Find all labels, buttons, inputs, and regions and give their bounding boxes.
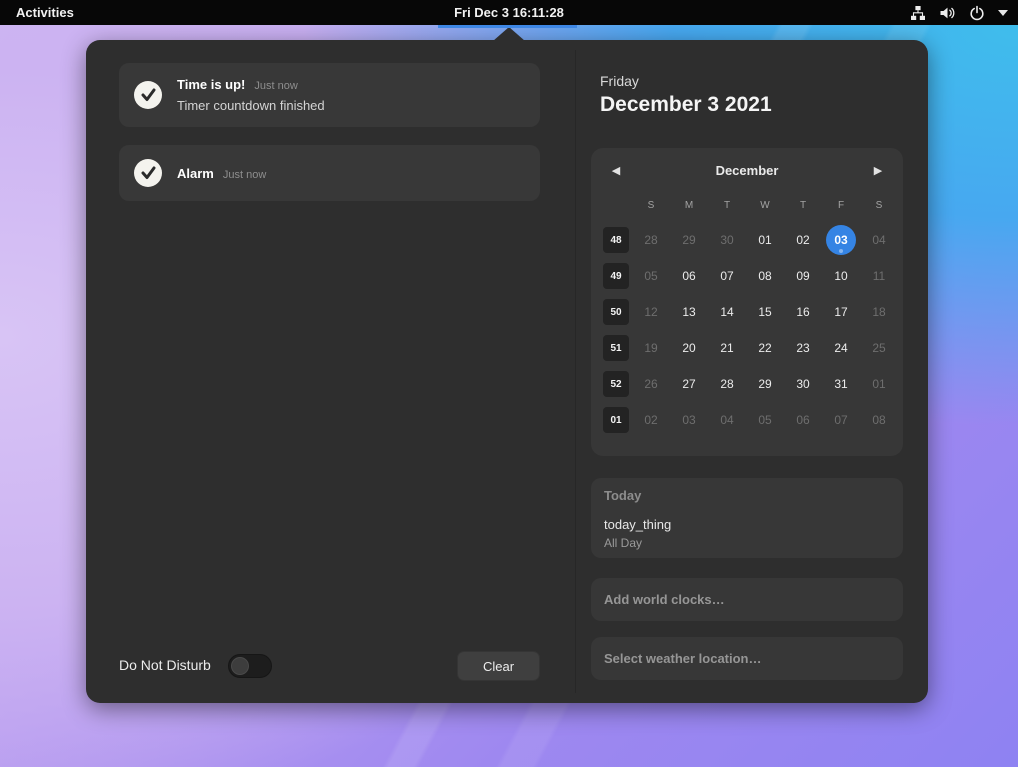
calendar-day[interactable]: 13 — [670, 305, 708, 319]
notification-body: Timer countdown finished — [177, 98, 525, 113]
calendar-day[interactable]: 01 — [860, 377, 898, 391]
calendar-day[interactable]: 29 — [746, 377, 784, 391]
system-menu-button[interactable] — [910, 0, 1008, 25]
calendar-day[interactable]: 02 — [784, 233, 822, 247]
calendar-day[interactable]: 12 — [632, 305, 670, 319]
calendar-day[interactable]: 22 — [746, 341, 784, 355]
do-not-disturb-label: Do Not Disturb — [119, 657, 211, 673]
calendar-day[interactable]: 31 — [822, 377, 860, 391]
calendar-day[interactable]: 11 — [860, 269, 898, 283]
week-number: 01 — [603, 407, 629, 433]
calendar-day[interactable]: 06 — [670, 269, 708, 283]
popover-arrow — [493, 27, 525, 41]
clock-active-indicator — [438, 25, 577, 28]
notification-title: Time is up! — [177, 77, 245, 92]
event-time: All Day — [604, 536, 890, 550]
clear-button[interactable]: Clear — [457, 651, 540, 681]
calendar-day[interactable]: 03 — [822, 225, 860, 255]
clock-check-icon — [134, 159, 162, 187]
pane-divider — [575, 50, 576, 693]
week-number-spacer — [603, 192, 629, 218]
calendar-day[interactable]: 05 — [746, 413, 784, 427]
calendar-day[interactable]: 28 — [632, 233, 670, 247]
network-wired-icon — [910, 5, 926, 21]
calendar-nav: ◀ December ▶ — [591, 148, 903, 192]
week-number: 52 — [603, 371, 629, 397]
clock-button[interactable]: Fri Dec 3 16:11:28 — [442, 0, 576, 25]
volume-icon — [939, 5, 956, 21]
calendar-day[interactable]: 04 — [708, 413, 746, 427]
weekday-header: W — [746, 200, 784, 211]
calendar-day[interactable]: 21 — [708, 341, 746, 355]
calendar-day[interactable]: 23 — [784, 341, 822, 355]
add-world-clocks-label: Add world clocks… — [604, 592, 725, 607]
calendar-day[interactable]: 05 — [632, 269, 670, 283]
weekday-header: T — [708, 200, 746, 211]
calendar-day[interactable]: 07 — [708, 269, 746, 283]
clock-check-icon — [134, 81, 162, 109]
calendar-day[interactable]: 09 — [784, 269, 822, 283]
toggle-knob — [231, 657, 249, 675]
weekday-header: M — [670, 200, 708, 211]
activities-button[interactable]: Activities — [10, 0, 80, 25]
calendar-day[interactable]: 16 — [784, 305, 822, 319]
add-world-clocks-button[interactable]: Add world clocks… — [591, 578, 903, 621]
calendar-day[interactable]: 17 — [822, 305, 860, 319]
prev-month-button[interactable]: ◀ — [605, 164, 627, 177]
do-not-disturb-toggle[interactable] — [228, 654, 272, 678]
today-events-card[interactable]: Today today_thing All Day — [591, 478, 903, 558]
notification-list: Time is up! Just now Timer countdown finis… — [119, 63, 540, 219]
calendar-day[interactable]: 10 — [822, 269, 860, 283]
calendar-day[interactable]: 06 — [784, 413, 822, 427]
month-label: December — [716, 163, 779, 178]
weekday-header: S — [632, 200, 670, 211]
calendar-day[interactable]: 03 — [670, 413, 708, 427]
calendar-day[interactable]: 08 — [860, 413, 898, 427]
calendar-popover: Time is up! Just now Timer countdown finis… — [86, 40, 928, 703]
calendar-day[interactable]: 04 — [860, 233, 898, 247]
calendar-day[interactable]: 15 — [746, 305, 784, 319]
week-number: 48 — [603, 227, 629, 253]
calendar-day[interactable]: 30 — [784, 377, 822, 391]
chevron-down-icon — [998, 10, 1008, 16]
calendar-day[interactable]: 07 — [822, 413, 860, 427]
notification-title: Alarm — [177, 166, 214, 181]
calendar-day[interactable]: 25 — [860, 341, 898, 355]
notification-card[interactable]: Time is up! Just now Timer countdown finis… — [119, 63, 540, 127]
date-title: December 3 2021 — [600, 93, 772, 117]
weekday-title: Friday — [600, 73, 639, 89]
calendar-day[interactable]: 20 — [670, 341, 708, 355]
calendar: ◀ December ▶ SMTWTFS48282930010203044905… — [591, 148, 903, 456]
calendar-day[interactable]: 19 — [632, 341, 670, 355]
notification-card[interactable]: Alarm Just now — [119, 145, 540, 201]
calendar-grid: SMTWTFS482829300102030449050607080910115… — [591, 192, 903, 438]
select-weather-location-label: Select weather location… — [604, 651, 762, 666]
notification-time: Just now — [223, 169, 266, 181]
week-number: 50 — [603, 299, 629, 325]
calendar-day[interactable]: 18 — [860, 305, 898, 319]
week-number: 49 — [603, 263, 629, 289]
calendar-day[interactable]: 24 — [822, 341, 860, 355]
today-header: Today — [604, 488, 890, 503]
calendar-day[interactable]: 26 — [632, 377, 670, 391]
calendar-day[interactable]: 30 — [708, 233, 746, 247]
top-bar: Activities Fri Dec 3 16:11:28 — [0, 0, 1018, 25]
calendar-day[interactable]: 01 — [746, 233, 784, 247]
desktop: Activities Fri Dec 3 16:11:28 — [0, 0, 1018, 767]
weekday-header: T — [784, 200, 822, 211]
weekday-header: S — [860, 200, 898, 211]
next-month-button[interactable]: ▶ — [867, 164, 889, 177]
event-title: today_thing — [604, 517, 890, 532]
week-number: 51 — [603, 335, 629, 361]
calendar-day[interactable]: 14 — [708, 305, 746, 319]
calendar-day[interactable]: 28 — [708, 377, 746, 391]
calendar-day[interactable]: 27 — [670, 377, 708, 391]
notification-time: Just now — [254, 80, 297, 92]
calendar-day[interactable]: 08 — [746, 269, 784, 283]
calendar-day[interactable]: 02 — [632, 413, 670, 427]
select-weather-location-button[interactable]: Select weather location… — [591, 637, 903, 680]
weekday-header: F — [822, 200, 860, 211]
calendar-day[interactable]: 29 — [670, 233, 708, 247]
power-icon — [969, 5, 985, 21]
